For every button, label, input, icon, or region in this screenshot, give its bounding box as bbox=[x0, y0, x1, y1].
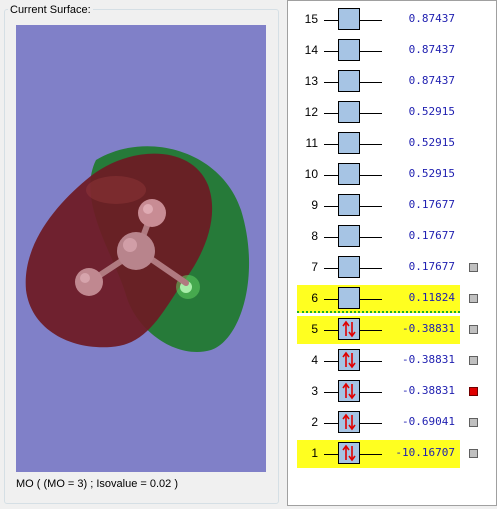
orbital-box[interactable] bbox=[338, 225, 360, 247]
level-line-left bbox=[324, 330, 338, 331]
current-surface-title: Current Surface: bbox=[8, 4, 93, 16]
orbital-box[interactable] bbox=[338, 39, 360, 61]
mo-energy: -0.38831 bbox=[402, 322, 455, 335]
mo-level-row[interactable]: 7 0.17677 bbox=[288, 254, 496, 282]
mo-level-row[interactable]: 6 0.11824 bbox=[288, 285, 496, 313]
electron-pair-icon bbox=[342, 444, 356, 462]
mo-number: 7 bbox=[311, 260, 318, 274]
orbital-box[interactable] bbox=[338, 349, 360, 371]
mo-number: 4 bbox=[311, 353, 318, 367]
level-line-left bbox=[324, 361, 338, 362]
mo-number: 9 bbox=[311, 198, 318, 212]
level-line-left bbox=[324, 237, 338, 238]
mo-level-row[interactable]: 9 0.17677 bbox=[288, 192, 496, 220]
surface-status: MO ( (MO = 3) ; Isovalue = 0.02 ) bbox=[16, 478, 178, 490]
mo-number: 14 bbox=[304, 43, 318, 57]
orbital-box[interactable] bbox=[338, 194, 360, 216]
orbital-box[interactable] bbox=[338, 318, 360, 340]
surface-toggle-checkbox[interactable] bbox=[469, 263, 478, 272]
carbon-atom bbox=[117, 232, 155, 270]
mo-energy: 0.17677 bbox=[408, 229, 455, 242]
mo-energy: 0.11824 bbox=[408, 291, 455, 304]
mo-level-row[interactable]: 4 -0.38831 bbox=[288, 347, 496, 375]
surface-panel: Current Surface: MO ((MO = 3) ; Isovalu… bbox=[0, 0, 283, 509]
mo-energy: 0.17677 bbox=[408, 260, 455, 273]
mo-number: 13 bbox=[304, 74, 318, 88]
mo-level-row[interactable]: 13 0.87437 bbox=[288, 68, 496, 96]
electron-pair-icon bbox=[342, 382, 356, 400]
level-line-left bbox=[324, 454, 338, 455]
mo-energy: -0.69041 bbox=[402, 415, 455, 428]
orbital-box[interactable] bbox=[338, 8, 360, 30]
mo-energy: 0.87437 bbox=[408, 74, 455, 87]
level-line-left bbox=[324, 299, 338, 300]
mo-energy: -0.38831 bbox=[402, 353, 455, 366]
mo-number: 11 bbox=[305, 136, 318, 150]
level-line-left bbox=[324, 51, 338, 52]
level-line-left bbox=[324, 144, 338, 145]
surface-toggle-checkbox[interactable] bbox=[469, 294, 478, 303]
orbital-box[interactable] bbox=[338, 256, 360, 278]
mo-level-row[interactable]: 3 -0.38831 bbox=[288, 378, 496, 406]
mo-energy: 0.17677 bbox=[408, 198, 455, 211]
surface-toggle-checkbox[interactable] bbox=[469, 418, 478, 427]
mo-energy: 0.87437 bbox=[408, 43, 455, 56]
surface-toggle-checkbox[interactable] bbox=[469, 325, 478, 334]
orbital-box[interactable] bbox=[338, 163, 360, 185]
orbital-box[interactable] bbox=[338, 380, 360, 402]
mo-number: 15 bbox=[304, 12, 318, 26]
mo-number: 6 bbox=[311, 291, 318, 305]
mo-energy: 0.52915 bbox=[408, 105, 455, 118]
orbital-box[interactable] bbox=[338, 411, 360, 433]
mo-energy: -10.16707 bbox=[395, 446, 455, 459]
surface-toggle-checkbox[interactable] bbox=[469, 449, 478, 458]
mo-energy: 0.52915 bbox=[408, 136, 455, 149]
orbital-box[interactable] bbox=[338, 132, 360, 154]
level-line-left bbox=[324, 175, 338, 176]
level-line-left bbox=[324, 20, 338, 21]
mo-number: 10 bbox=[304, 167, 318, 181]
orbital-render bbox=[25, 146, 250, 352]
mo-number: 8 bbox=[311, 229, 318, 243]
electron-pair-icon bbox=[342, 320, 356, 338]
mo-number: 3 bbox=[311, 384, 318, 398]
mo-level-row[interactable]: 8 0.17677 bbox=[288, 223, 496, 251]
surface-shown-checkbox[interactable] bbox=[469, 387, 478, 396]
mo-level-row[interactable]: 1 -10.16707 bbox=[288, 440, 496, 468]
electron-pair-icon bbox=[342, 351, 356, 369]
mo-level-row[interactable]: 2 -0.69041 bbox=[288, 409, 496, 437]
orbital-box[interactable] bbox=[338, 287, 360, 309]
mo-level-row[interactable]: 14 0.87437 bbox=[288, 37, 496, 65]
mo-level-row[interactable]: 15 0.87437 bbox=[288, 6, 496, 34]
mo-energy: 0.87437 bbox=[408, 12, 455, 25]
orbital-box[interactable] bbox=[338, 442, 360, 464]
level-line-left bbox=[324, 392, 338, 393]
mo-number: 12 bbox=[304, 105, 318, 119]
level-line-left bbox=[324, 268, 338, 269]
surface-toggle-checkbox[interactable] bbox=[469, 356, 478, 365]
mo-energy: -0.38831 bbox=[402, 384, 455, 397]
electron-pair-icon bbox=[342, 413, 356, 431]
mo-level-row[interactable]: 12 0.52915 bbox=[288, 99, 496, 127]
level-line-left bbox=[324, 206, 338, 207]
level-line-left bbox=[324, 423, 338, 424]
orbital-box[interactable] bbox=[338, 101, 360, 123]
mo-level-row[interactable]: 11 0.52915 bbox=[288, 130, 496, 158]
mo-energy-diagram[interactable]: 15 0.87437 14 0.87437 13 0.87437 12 0.52915 11 0.… bbox=[287, 0, 497, 506]
level-line-left bbox=[324, 82, 338, 83]
hydrogen-atom-top bbox=[138, 199, 166, 227]
mo-level-row[interactable]: 10 0.52915 bbox=[288, 161, 496, 189]
hydrogen-atom-left bbox=[75, 268, 103, 296]
mo-number: 2 bbox=[311, 415, 318, 429]
level-line-left bbox=[324, 113, 338, 114]
molecule-viewport[interactable] bbox=[16, 25, 266, 472]
mo-number: 5 bbox=[311, 322, 318, 336]
mo-number: 1 bbox=[311, 446, 318, 460]
mo-level-row[interactable]: 5 -0.38831 bbox=[288, 316, 496, 344]
mo-energy: 0.52915 bbox=[408, 167, 455, 180]
orbital-box[interactable] bbox=[338, 70, 360, 92]
